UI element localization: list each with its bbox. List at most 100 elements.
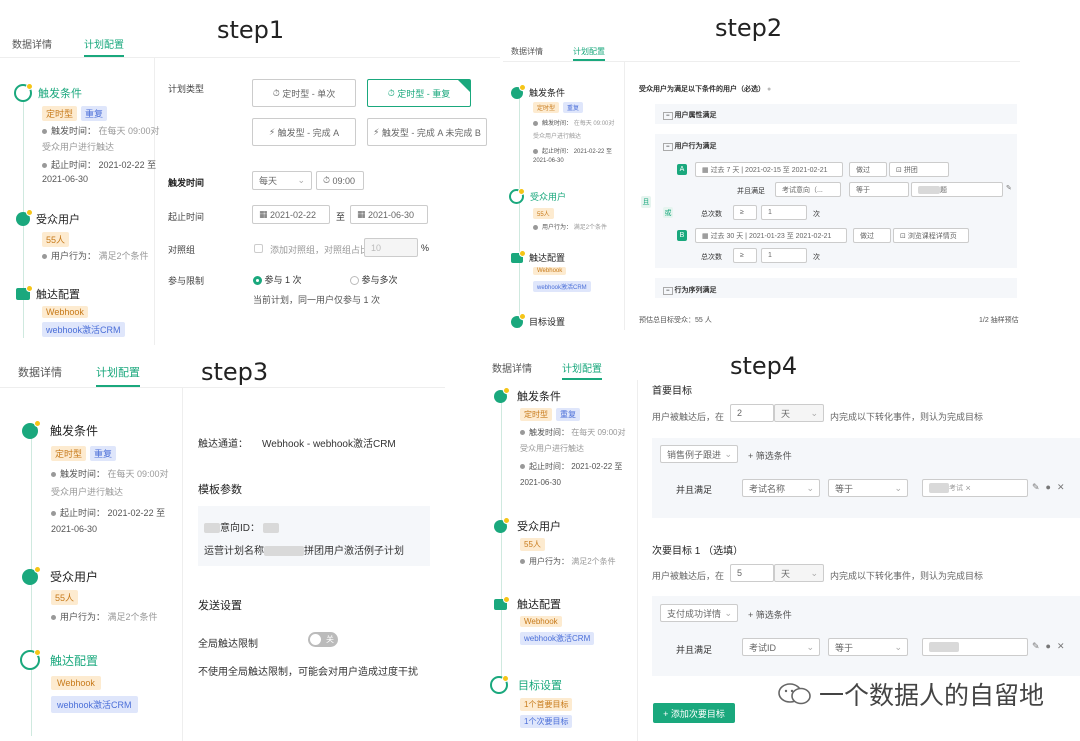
secondary-event-select[interactable]: 支付成功详情 ⌄ bbox=[660, 604, 738, 622]
start-date-input[interactable]: ▦ 2021-02-22 bbox=[252, 205, 330, 224]
secondary-value-input[interactable] bbox=[922, 638, 1028, 656]
global-limit-toggle[interactable]: 关 bbox=[308, 632, 338, 647]
nav-audience[interactable]: 受众用户 bbox=[517, 518, 561, 534]
help-icon: ● bbox=[1045, 641, 1057, 651]
global-limit-label: 全局触达限制 bbox=[198, 639, 258, 650]
tag-goal1: 1个首要目标 bbox=[520, 698, 573, 711]
primary-finish: 内完成以下转化事件，则认为完成目标 bbox=[830, 412, 984, 422]
option-timed-repeat[interactable]: ⏱ 定时型 - 重复 bbox=[367, 79, 471, 107]
period-label: 起止时间： bbox=[60, 508, 106, 518]
behavior-toggle[interactable]: − 用户行为满足 bbox=[663, 141, 716, 151]
radio-checked-icon bbox=[253, 276, 262, 286]
a-range-input[interactable]: ▦ 过去 7 天 | 2021-02-15 至 2021-02-21 bbox=[695, 162, 843, 177]
radio-once[interactable]: 参与 1 次 bbox=[253, 273, 302, 286]
users-icon bbox=[22, 565, 41, 585]
or-badge[interactable]: 或 bbox=[663, 207, 673, 218]
secondary-days-input[interactable]: 5 bbox=[730, 564, 774, 582]
time-input[interactable]: ⏱ 09:00 bbox=[316, 171, 364, 190]
secondary-filter-button[interactable]: + 筛选条件 bbox=[748, 608, 792, 621]
primary-field-select[interactable]: 考试名称 ⌄ bbox=[742, 479, 820, 497]
a-count-input[interactable]: 1 bbox=[761, 205, 807, 220]
secondary-row-icons[interactable]: ✎●✕ bbox=[1032, 641, 1071, 652]
tab-data-details[interactable]: 数据详情 bbox=[492, 360, 532, 380]
option-trigger-a[interactable]: ⚡ 触发型 - 完成 A bbox=[252, 118, 356, 146]
end-date-input[interactable]: ▦ 2021-06-30 bbox=[350, 205, 428, 224]
info-icon: ● bbox=[766, 86, 772, 93]
nav-goal[interactable]: 目标设置 bbox=[518, 677, 562, 693]
tab-plan-config[interactable]: 计划配置 bbox=[96, 364, 140, 387]
a-total-label: 总次数 bbox=[701, 211, 722, 218]
b-event-select[interactable]: ⊡ 浏览课程详情页 bbox=[893, 228, 969, 243]
control-checkbox[interactable] bbox=[254, 244, 263, 253]
b-ge-select[interactable]: ≥ bbox=[733, 248, 757, 263]
nav-trigger[interactable]: 触发条件 bbox=[38, 85, 82, 101]
param1: 意向ID： bbox=[204, 519, 279, 534]
tab-data-details[interactable]: 数据详情 bbox=[12, 36, 52, 57]
channel-icon bbox=[511, 249, 526, 263]
nav-reach[interactable]: 触达配置 bbox=[517, 596, 561, 612]
primary-unit-select[interactable]: 天 ⌄ bbox=[774, 404, 824, 422]
primary-value-input[interactable]: 考试 × bbox=[922, 479, 1028, 497]
secondary-op-select[interactable]: 等于 ⌄ bbox=[828, 638, 908, 656]
nav-audience[interactable]: 受众用户 bbox=[36, 211, 80, 227]
nav-audience[interactable]: 受众用户 bbox=[50, 568, 98, 585]
frequency-select[interactable]: 每天 ⌄ bbox=[252, 171, 312, 190]
nav-audience[interactable]: 受众用户 bbox=[530, 190, 566, 203]
a-field-select[interactable]: 考试意向（... bbox=[775, 182, 841, 197]
tab-plan-config[interactable]: 计划配置 bbox=[562, 360, 602, 380]
tab-plan-config[interactable]: 计划配置 bbox=[573, 46, 605, 61]
nav-reach[interactable]: 触达配置 bbox=[50, 652, 98, 669]
period-value2: 2021-06-30 bbox=[51, 524, 98, 534]
chevron-down-icon: ⌄ bbox=[724, 448, 732, 459]
nav-reach[interactable]: 触达配置 bbox=[36, 286, 80, 302]
nav-trigger[interactable]: 触发条件 bbox=[50, 422, 98, 439]
nav-trigger[interactable]: 触发条件 bbox=[529, 86, 565, 99]
b-done-select[interactable]: 做过 bbox=[853, 228, 891, 243]
a-op-select[interactable]: 等于 bbox=[849, 182, 909, 197]
primary-days-input[interactable]: 2 bbox=[730, 404, 774, 422]
edit-icon[interactable]: ✎ bbox=[1006, 184, 1012, 192]
add-secondary-goal-button[interactable]: + 添加次要目标 bbox=[653, 703, 735, 723]
trigger-time-value2: 受众用户进行触达 bbox=[533, 134, 582, 140]
period-value: 2021-02-22 至 bbox=[98, 160, 157, 170]
target-icon bbox=[490, 675, 509, 694]
primary-row-icons[interactable]: ✎●✕ bbox=[1032, 482, 1071, 493]
b-range-input[interactable]: ▦ 过去 30 天 | 2021-01-23 至 2021-02-21 bbox=[695, 228, 847, 243]
control-ratio-input[interactable]: 10 bbox=[364, 238, 418, 257]
tag-crm: webhook激活CRM bbox=[520, 632, 595, 645]
a-event-select[interactable]: ⊡ 拼团 bbox=[889, 162, 949, 177]
edit-icon: ✎ bbox=[1032, 482, 1046, 492]
primary-event-select[interactable]: 销售例子跟进 ⌄ bbox=[660, 445, 738, 463]
chevron-down-icon: ⌄ bbox=[297, 175, 305, 185]
primary-filter-button[interactable]: + 筛选条件 bbox=[748, 449, 792, 462]
option-trigger-a-not-b[interactable]: ⚡ 触发型 - 完成 A 未完成 B bbox=[367, 118, 487, 146]
tag-timed: 定时型 bbox=[520, 408, 552, 421]
a-ge-select[interactable]: ≥ bbox=[733, 205, 757, 220]
a-value-input[interactable]: 题 bbox=[911, 182, 1003, 197]
tab-data-details[interactable]: 数据详情 bbox=[511, 46, 543, 61]
seq-toggle[interactable]: − 行为序列满足 bbox=[663, 285, 716, 295]
a-done-select[interactable]: 做过 bbox=[849, 162, 887, 177]
secondary-unit-select[interactable]: 天 ⌄ bbox=[774, 564, 824, 582]
calendar-icon: ▦ bbox=[702, 166, 711, 174]
tab-plan-config[interactable]: 计划配置 bbox=[84, 36, 124, 57]
attr-toggle[interactable]: − 用户属性满足 bbox=[663, 110, 716, 120]
radio-multi[interactable]: 参与多次 bbox=[350, 273, 398, 286]
user-behavior-value: 满足2个条件 bbox=[571, 557, 616, 566]
trigger-time-value: 在每天 09:00对 bbox=[571, 428, 626, 437]
tag-webhook: Webhook bbox=[520, 616, 562, 627]
close-icon[interactable]: × bbox=[966, 483, 971, 493]
and-badge[interactable]: 且 bbox=[641, 196, 651, 208]
megaphone-icon bbox=[494, 386, 510, 403]
nav-trigger[interactable]: 触发条件 bbox=[517, 388, 561, 404]
option-timed-once[interactable]: ⏱ 定时型 - 单次 bbox=[252, 79, 356, 107]
trigger-time-label: 触发时间： bbox=[60, 469, 106, 479]
nav-goal[interactable]: 目标设置 bbox=[529, 315, 565, 328]
nav-reach[interactable]: 触达配置 bbox=[529, 251, 565, 264]
calendar-icon: ▦ bbox=[702, 232, 711, 240]
b-count-input[interactable]: 1 bbox=[761, 248, 807, 263]
step3-panel: 数据详情 计划配置 触发条件 定时型 重复 触发时间： 在每天 09:00对 受众… bbox=[0, 352, 445, 741]
secondary-field-select[interactable]: 考试ID ⌄ bbox=[742, 638, 820, 656]
primary-op-select[interactable]: 等于 ⌄ bbox=[828, 479, 908, 497]
tab-data-details[interactable]: 数据详情 bbox=[18, 364, 62, 387]
